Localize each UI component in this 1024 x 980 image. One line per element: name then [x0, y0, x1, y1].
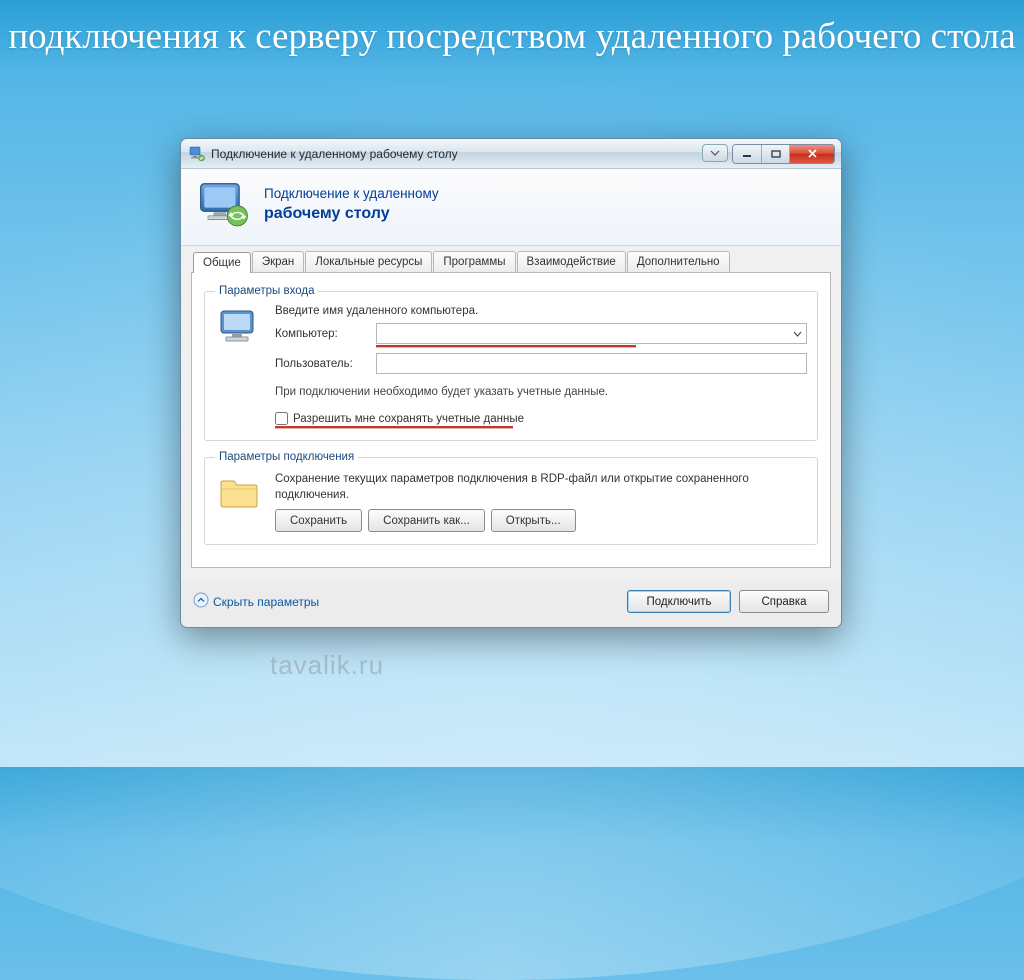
tab-programs[interactable]: Программы — [433, 251, 515, 272]
rdp-window: Подключение к удаленному рабочему столу — [180, 138, 842, 628]
connection-text: Сохранение текущих параметров подключени… — [275, 471, 807, 503]
help-button[interactable]: Справка — [739, 590, 829, 613]
folder-icon — [215, 471, 263, 532]
tab-strip: Общие Экран Локальные ресурсы Программы … — [191, 251, 831, 272]
header-line1: Подключение к удаленному — [264, 186, 439, 201]
hide-params-link[interactable]: Скрыть параметры — [193, 592, 319, 611]
login-group: Параметры входа Введите имя удаленного к… — [204, 285, 818, 441]
computer-icon — [215, 305, 263, 428]
title-bar[interactable]: Подключение к удаленному рабочему столу — [181, 139, 841, 169]
save-button[interactable]: Сохранить — [275, 509, 362, 532]
connection-group: Параметры подключения Сохранение текущих… — [204, 451, 818, 545]
header-pane: Подключение к удаленному рабочему столу — [181, 169, 841, 246]
tab-local-resources[interactable]: Локальные ресурсы — [305, 251, 432, 272]
watermark: tavalik.ru — [270, 650, 384, 681]
maximize-button[interactable] — [761, 145, 789, 163]
open-button[interactable]: Открыть... — [491, 509, 576, 532]
slide-heading: подключения к серверу посредством удален… — [0, 14, 1024, 60]
red-underline-icon — [376, 345, 636, 347]
footer-bar: Скрыть параметры Подключить Справка — [181, 580, 841, 627]
connection-legend: Параметры подключения — [215, 451, 358, 463]
header-text: Подключение к удаленному рабочему столу — [264, 185, 439, 225]
tab-general[interactable]: Общие — [193, 252, 251, 273]
close-button[interactable] — [789, 145, 834, 163]
login-intro: Введите имя удаленного компьютера. — [275, 305, 807, 317]
app-icon — [189, 146, 205, 162]
window-title: Подключение к удаленному рабочему столу — [211, 147, 702, 161]
minimize-button[interactable] — [733, 145, 761, 163]
save-credentials-label: Разрешить мне сохранять учетные данные — [293, 413, 524, 425]
tab-experience[interactable]: Взаимодействие — [517, 251, 626, 272]
red-underline-icon — [275, 426, 513, 428]
collapse-icon — [193, 592, 209, 611]
user-input[interactable] — [376, 353, 807, 374]
chevron-down-icon — [793, 328, 802, 340]
computer-label: Компьютер: — [275, 328, 370, 340]
credentials-hint: При подключении необходимо будет указать… — [275, 384, 807, 400]
login-legend: Параметры входа — [215, 285, 318, 297]
dropdown-button[interactable] — [702, 144, 728, 162]
save-as-button[interactable]: Сохранить как... — [368, 509, 485, 532]
tab-advanced[interactable]: Дополнительно — [627, 251, 730, 272]
save-credentials-checkbox[interactable] — [275, 412, 288, 425]
hide-params-label: Скрыть параметры — [213, 595, 319, 609]
header-line2: рабочему столу — [264, 205, 390, 222]
connect-button[interactable]: Подключить — [627, 590, 731, 613]
rdp-monitor-icon — [197, 181, 252, 229]
user-label: Пользователь: — [275, 358, 370, 370]
computer-combobox[interactable] — [376, 323, 807, 344]
tab-body: Параметры входа Введите имя удаленного к… — [191, 272, 831, 568]
tab-display[interactable]: Экран — [252, 251, 304, 272]
